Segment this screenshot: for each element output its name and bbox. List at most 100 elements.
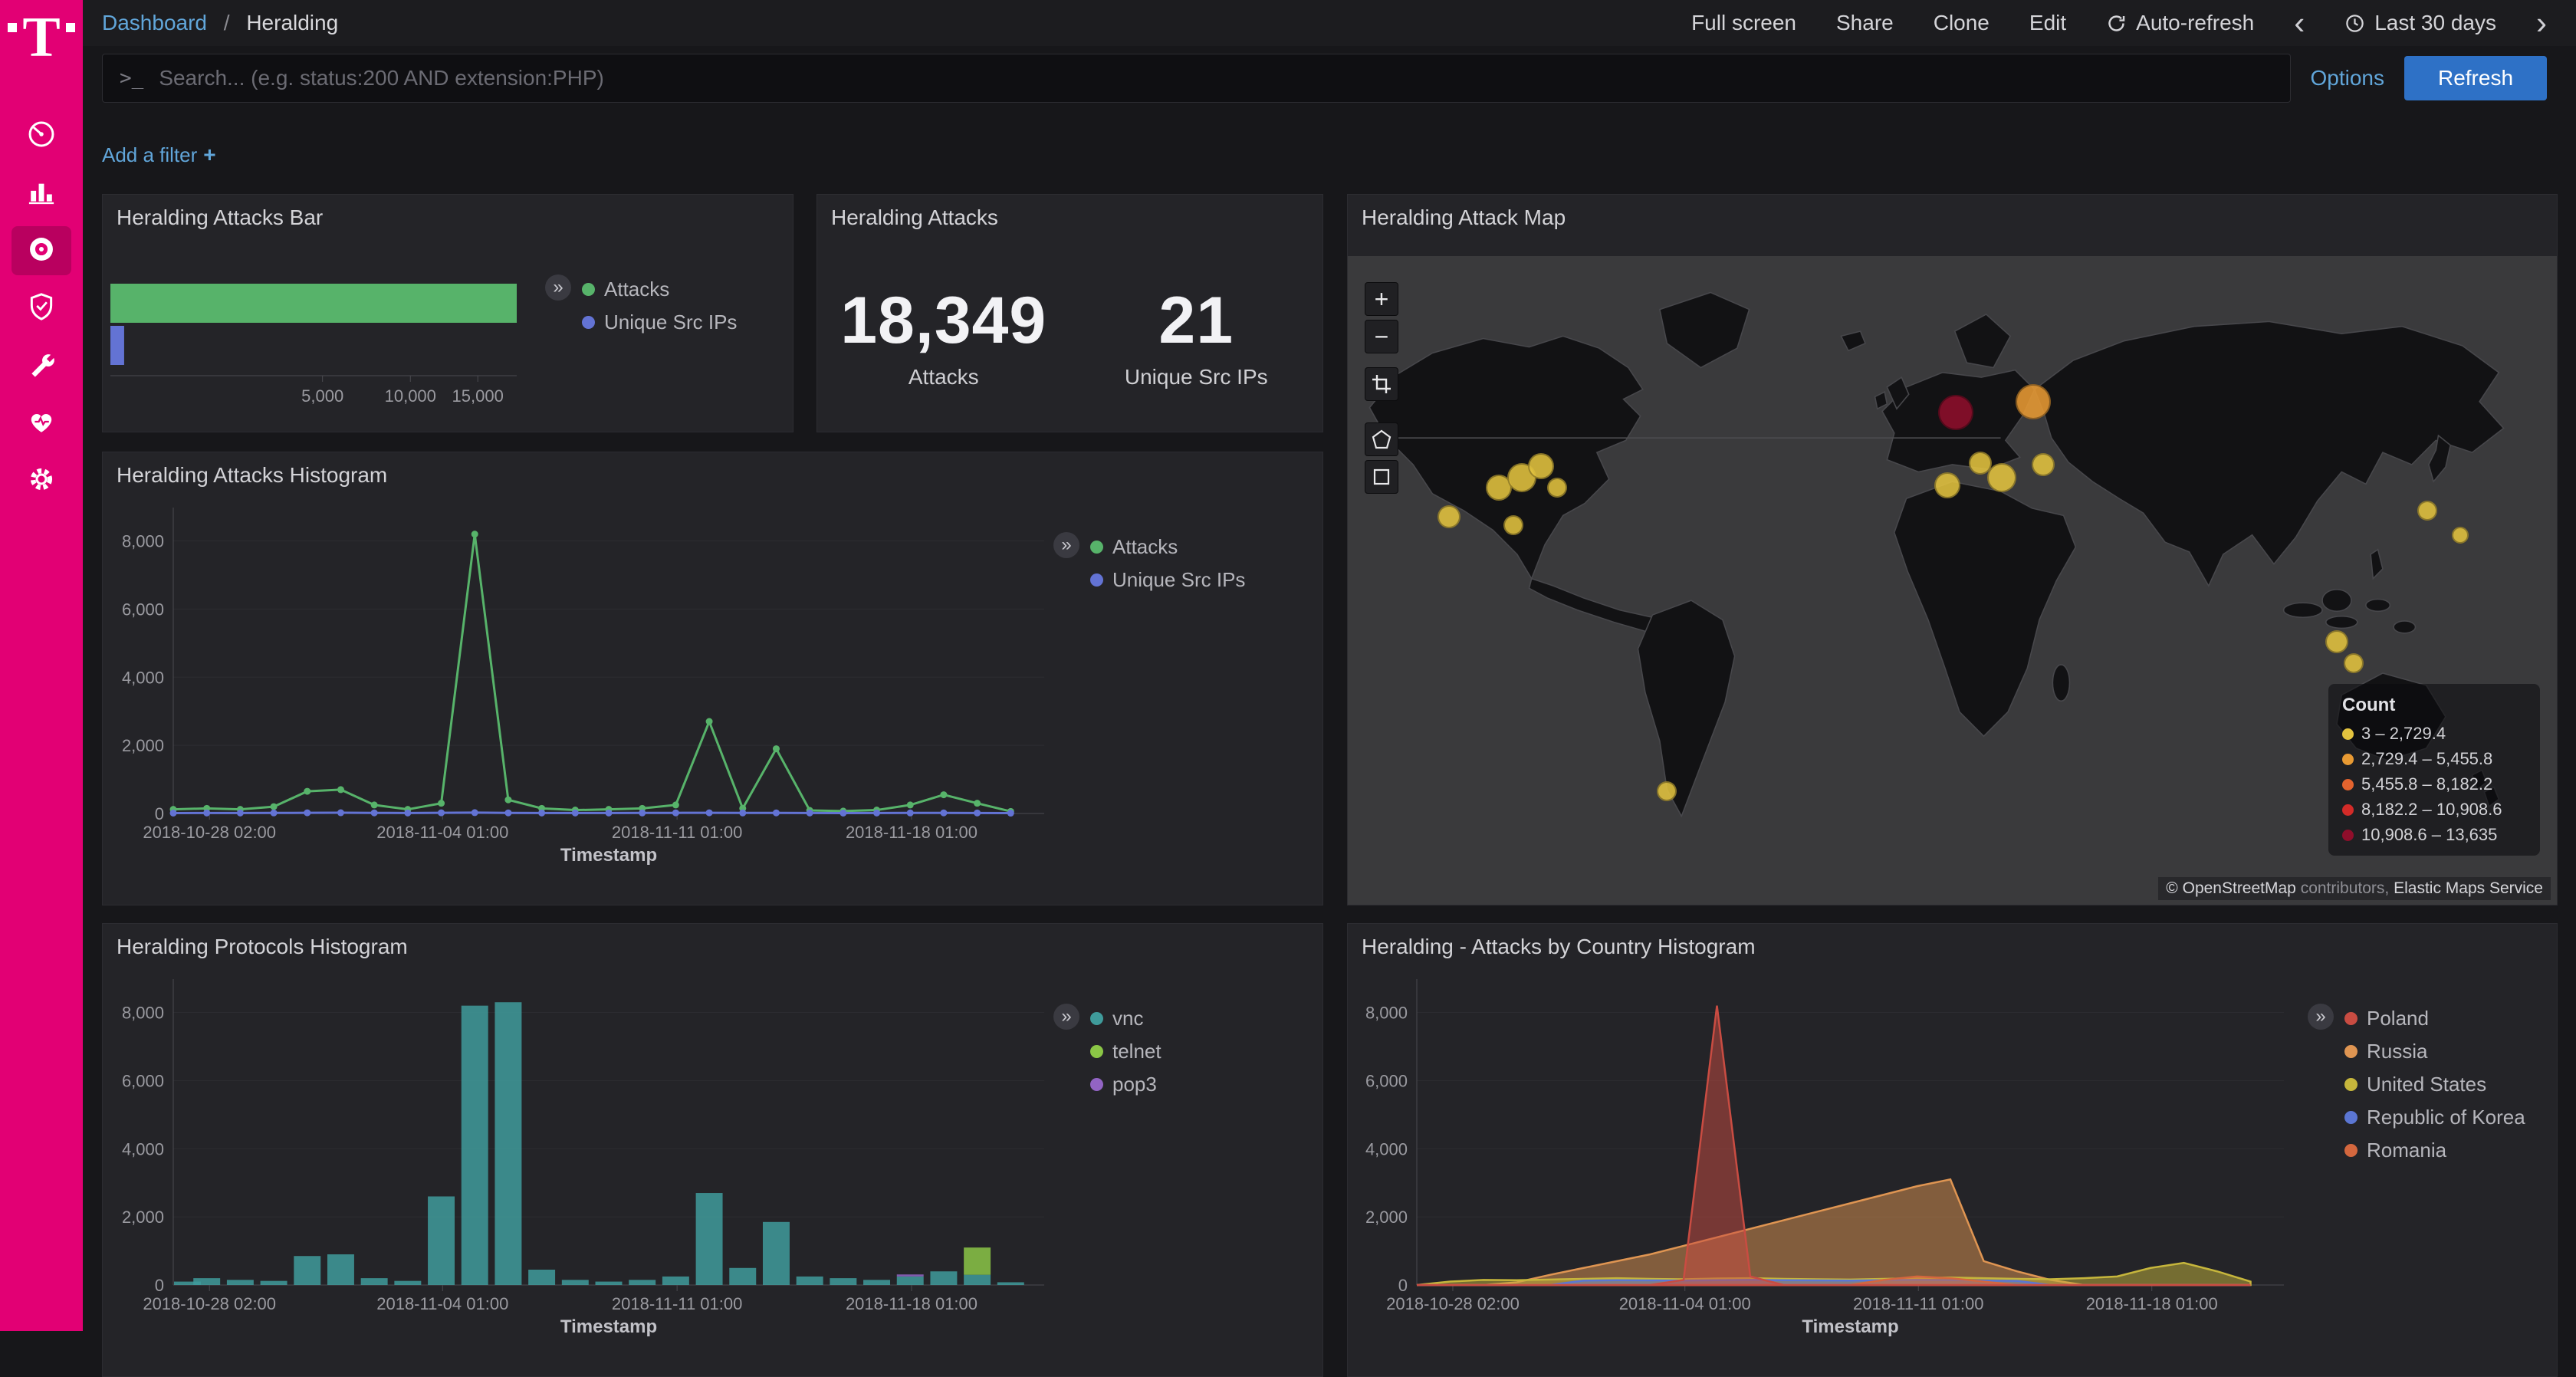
metric-label: Unique Src IPs xyxy=(1070,365,1323,389)
svg-text:2018-10-28 02:00: 2018-10-28 02:00 xyxy=(143,1294,276,1313)
sidebar-item-settings[interactable] xyxy=(12,456,71,505)
map-legend-range-label: 2,729.4 – 5,455.8 xyxy=(2361,749,2492,769)
svg-text:2018-11-18 01:00: 2018-11-18 01:00 xyxy=(2086,1294,2218,1313)
svg-text:4,000: 4,000 xyxy=(1365,1139,1408,1158)
legend-label: pop3 xyxy=(1112,1073,1157,1096)
svg-text:2,000: 2,000 xyxy=(122,1208,164,1227)
edit-button[interactable]: Edit xyxy=(2029,11,2066,35)
map-legend-range-label: 10,908.6 – 13,635 xyxy=(2361,825,2497,845)
panel-attacks-metric: Heralding Attacks 18,349 Attacks 21 Uniq… xyxy=(816,194,1323,432)
time-range-button[interactable]: Last 30 days xyxy=(2344,11,2496,35)
legend-item[interactable]: Romania xyxy=(2344,1139,2525,1162)
map-legend-color-dot xyxy=(2342,779,2354,790)
breadcrumb-dashboard-link[interactable]: Dashboard xyxy=(102,11,207,35)
legend-label: United States xyxy=(2367,1073,2486,1096)
legend-item[interactable]: vnc xyxy=(1090,1007,1162,1030)
svg-text:2018-11-04 01:00: 2018-11-04 01:00 xyxy=(376,823,508,842)
legend-item[interactable]: Unique Src IPs xyxy=(582,311,737,334)
svg-text:4,000: 4,000 xyxy=(122,668,164,687)
search-input[interactable] xyxy=(157,65,2272,91)
crop-button[interactable] xyxy=(1365,367,1398,401)
sidebar-item-analytics[interactable] xyxy=(12,169,71,218)
svg-text:6,000: 6,000 xyxy=(122,600,164,619)
sidebar-item-security[interactable] xyxy=(12,284,71,333)
ems-attribution-link[interactable]: Elastic Maps Service xyxy=(2394,879,2543,897)
legend-label: Romania xyxy=(2367,1139,2446,1162)
attribution-text: contributors, xyxy=(2296,879,2394,897)
sidebar-item-dashboard[interactable] xyxy=(12,111,71,160)
country-histogram-legend: » Poland Russia United States Republic of Ko… xyxy=(2308,1004,2525,1162)
protocols-histogram-chart[interactable]: 02,0004,0006,0008,0002018-10-28 02:00201… xyxy=(103,924,1322,1376)
legend-expand-icon[interactable]: » xyxy=(1053,1004,1079,1030)
svg-text:15,000: 15,000 xyxy=(452,386,504,406)
search-box: >_ xyxy=(102,54,2291,103)
legend-color-dot xyxy=(2344,1111,2358,1124)
metric-group: 18,349 Attacks 21 Unique Src IPs xyxy=(817,264,1322,409)
auto-refresh-button[interactable]: Auto-refresh xyxy=(2106,11,2254,35)
share-button[interactable]: Share xyxy=(1836,11,1894,35)
legend-item[interactable]: telnet xyxy=(1090,1040,1162,1063)
refresh-button[interactable]: Refresh xyxy=(2404,56,2547,100)
t-mobile-logo: T xyxy=(8,12,74,103)
legend-item[interactable]: Attacks xyxy=(582,278,737,301)
svg-text:2018-11-18 01:00: 2018-11-18 01:00 xyxy=(846,823,978,842)
svg-text:2018-11-11 01:00: 2018-11-11 01:00 xyxy=(1853,1294,1983,1313)
legend-color-dot xyxy=(1090,541,1103,554)
protocols-histogram-legend: » vnc telnet pop3 xyxy=(1053,1004,1162,1096)
legend-item[interactable]: Unique Src IPs xyxy=(1090,568,1245,592)
map-legend-row: 3 – 2,729.4 xyxy=(2342,724,2526,744)
clone-button[interactable]: Clone xyxy=(1934,11,1990,35)
attacks-bar-legend: » Attacks Unique Src IPs xyxy=(545,274,737,334)
legend-item[interactable]: United States xyxy=(2344,1073,2525,1096)
legend-expand-icon[interactable]: » xyxy=(545,274,571,301)
sidebar-item-kibana[interactable] xyxy=(12,226,71,275)
draw-polygon-button[interactable] xyxy=(1365,422,1398,456)
legend-item[interactable]: Attacks xyxy=(1090,535,1245,559)
options-link[interactable]: Options xyxy=(2311,66,2385,90)
legend-item[interactable]: Republic of Korea xyxy=(2344,1106,2525,1129)
add-filter-label: Add a filter xyxy=(102,143,197,166)
map-controls: +− xyxy=(1365,282,1398,498)
svg-text:2018-11-18 01:00: 2018-11-18 01:00 xyxy=(846,1294,978,1313)
attacks-histogram-chart[interactable]: 02,0004,0006,0008,0002018-10-28 02:00201… xyxy=(103,452,1322,905)
sidebar-item-tools[interactable] xyxy=(12,341,71,390)
map-legend-range-label: 8,182.2 – 10,908.6 xyxy=(2361,800,2502,820)
chart-icon xyxy=(24,174,59,213)
svg-text:2,000: 2,000 xyxy=(122,736,164,755)
svg-text:Timestamp: Timestamp xyxy=(560,1316,657,1337)
panel-attacks-histogram: Heralding Attacks Histogram 02,0004,0006… xyxy=(102,452,1323,905)
legend-expand-icon[interactable]: » xyxy=(2308,1004,2334,1030)
svg-text:8,000: 8,000 xyxy=(1365,1004,1408,1023)
sidebar-item-health[interactable] xyxy=(12,399,71,448)
svg-text:2018-10-28 02:00: 2018-10-28 02:00 xyxy=(1386,1294,1520,1313)
add-filter-button[interactable]: Add a filter+ xyxy=(102,143,216,166)
metric-value: 18,349 xyxy=(817,283,1070,359)
breadcrumb-current: Heralding xyxy=(246,11,338,35)
query-prompt-icon: >_ xyxy=(120,67,143,90)
full-screen-button[interactable]: Full screen xyxy=(1691,11,1796,35)
zoom-out-button[interactable]: − xyxy=(1365,320,1398,353)
svg-text:6,000: 6,000 xyxy=(1365,1071,1408,1090)
gear-icon xyxy=(24,462,59,501)
breadcrumb: Dashboard / Heralding xyxy=(102,11,338,35)
map-attribution: © OpenStreetMap contributors, Elastic Ma… xyxy=(2158,877,2551,900)
osm-attribution-link[interactable]: © OpenStreetMap xyxy=(2166,879,2296,897)
time-back-chevron[interactable]: ‹ xyxy=(2294,12,2305,35)
map-legend-color-dot xyxy=(2342,830,2354,841)
panel-title: Heralding Attack Map xyxy=(1362,205,1566,230)
svg-text:5,000: 5,000 xyxy=(301,386,343,406)
svg-text:2018-11-04 01:00: 2018-11-04 01:00 xyxy=(1619,1294,1751,1313)
panel-title: Heralding Attacks Bar xyxy=(117,205,323,230)
legend-item[interactable]: Poland xyxy=(2344,1007,2525,1030)
legend-expand-icon[interactable]: » xyxy=(1053,532,1079,558)
map-canvas[interactable]: +− Count 3 – 2,729.42,729.4 – 5,455.85,4… xyxy=(1348,256,2557,905)
sidebar-nav xyxy=(12,103,71,505)
draw-rectangle-button[interactable] xyxy=(1365,460,1398,494)
legend-item[interactable]: Russia xyxy=(2344,1040,2525,1063)
app-sidebar: T xyxy=(0,0,83,1331)
zoom-in-button[interactable]: + xyxy=(1365,282,1398,316)
attacks-histogram-legend: » Attacks Unique Src IPs xyxy=(1053,532,1245,592)
time-forward-chevron[interactable]: › xyxy=(2536,12,2547,35)
legend-color-dot xyxy=(582,316,595,329)
legend-item[interactable]: pop3 xyxy=(1090,1073,1162,1096)
